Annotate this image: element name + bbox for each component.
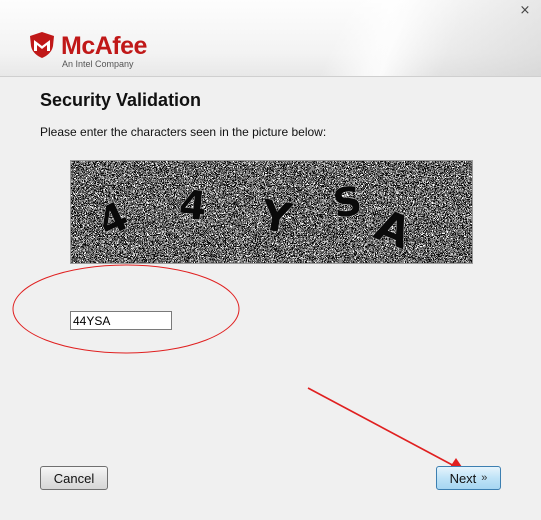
- annotation-arrow-icon: [307, 387, 466, 473]
- next-button-label: Next: [449, 470, 477, 486]
- shield-logo-icon: [30, 32, 54, 58]
- instructions-text: Please enter the characters seen in the …: [40, 125, 327, 139]
- next-button[interactable]: Next »: [436, 466, 501, 490]
- captcha-image: 44YSA: [70, 160, 473, 264]
- header-decoration-shade: [364, 0, 541, 76]
- header-banner: × McAfee An Intel Company: [0, 0, 541, 77]
- page-title: Security Validation: [40, 90, 202, 110]
- cancel-button-label: Cancel: [53, 470, 95, 486]
- annotation-ellipse-icon: [12, 264, 240, 354]
- mcafee-logo: McAfee An Intel Company: [29, 31, 179, 71]
- chevron-right-icon: »: [481, 472, 488, 484]
- brand-name: McAfee: [61, 32, 147, 60]
- captcha-character: 4: [177, 182, 209, 230]
- cancel-button[interactable]: Cancel: [40, 466, 108, 490]
- brand-tagline: An Intel Company: [62, 59, 134, 69]
- installer-window: × McAfee An Intel Company Security Valid…: [0, 0, 541, 520]
- captcha-answer-input[interactable]: [70, 311, 172, 330]
- close-icon[interactable]: ×: [517, 3, 533, 19]
- captcha-noise: 44YSA: [71, 161, 472, 263]
